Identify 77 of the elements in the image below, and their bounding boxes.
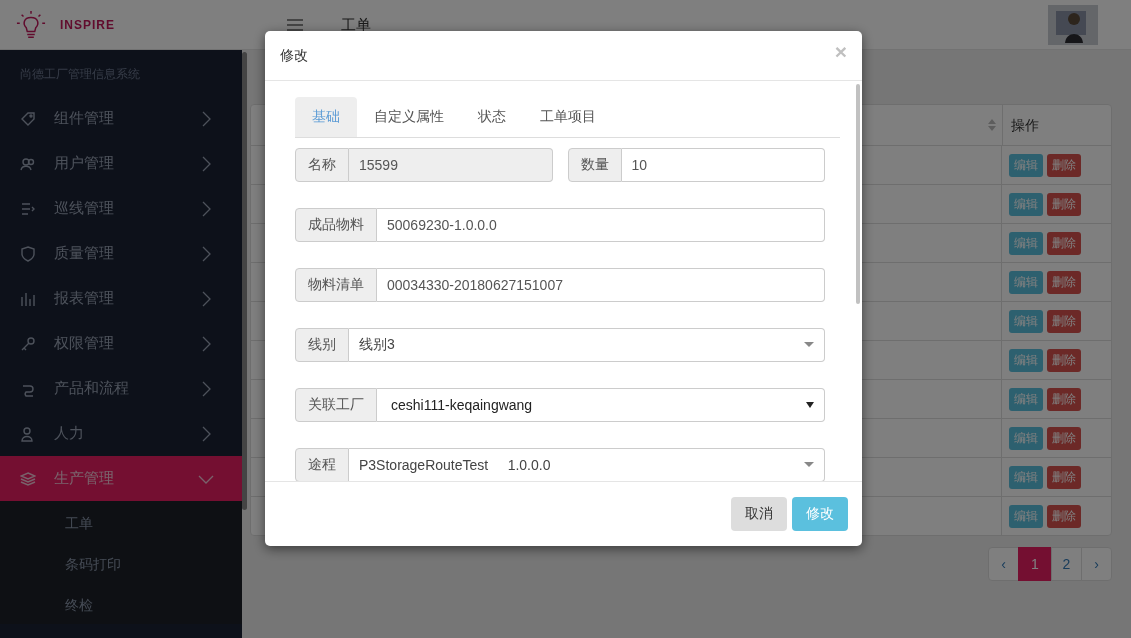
tab[interactable]: 自定义属性 xyxy=(357,97,461,137)
field-label: 途程 xyxy=(295,448,349,481)
tag-icon xyxy=(20,110,36,127)
close-button[interactable]: × xyxy=(834,41,847,62)
next-page-button[interactable]: › xyxy=(1081,547,1112,581)
cancel-button[interactable]: 取消 xyxy=(731,497,787,531)
field-label: 名称 xyxy=(295,148,349,182)
avatar-icon[interactable] xyxy=(1048,4,1098,45)
list-icon xyxy=(20,200,36,217)
edit-button[interactable]: 编辑 xyxy=(1009,465,1043,489)
sidebar-subitem[interactable]: 工单 xyxy=(0,501,242,542)
delete-button[interactable]: 删除 xyxy=(1047,192,1081,216)
people-icon xyxy=(20,155,36,172)
select-field[interactable]: ceshi111-keqaingwang xyxy=(377,388,825,422)
edit-button[interactable]: 编辑 xyxy=(1009,426,1043,450)
field-label: 成品物料 xyxy=(295,208,377,242)
delete-button[interactable]: 删除 xyxy=(1047,387,1081,411)
sidebar-item[interactable]: 人力 xyxy=(0,411,242,456)
sidebar-item[interactable]: 生产管理 xyxy=(0,456,242,501)
scrollbar[interactable] xyxy=(242,52,247,510)
caret-icon xyxy=(804,342,814,348)
sidebar-item[interactable]: 组件管理 xyxy=(0,96,242,141)
tab[interactable]: 状态 xyxy=(461,97,523,137)
bar-chart-icon xyxy=(20,290,36,307)
submit-button[interactable]: 修改 xyxy=(792,497,848,531)
delete-button[interactable]: 删除 xyxy=(1047,348,1081,372)
input-field[interactable]: 00034330-20180627151007 xyxy=(377,268,825,302)
sidebar-item[interactable]: 权限管理 xyxy=(0,321,242,366)
edit-button[interactable]: 编辑 xyxy=(1009,153,1043,177)
select-field[interactable]: P3StorageRouteTest 1.0.0.0 xyxy=(349,448,825,481)
shield-icon xyxy=(20,245,36,262)
edit-button[interactable]: 编辑 xyxy=(1009,192,1043,216)
sidebar-item[interactable]: 巡线管理 xyxy=(0,186,242,231)
brand-name: INSPIRE xyxy=(60,17,115,32)
delete-button[interactable]: 删除 xyxy=(1047,504,1081,528)
edit-button[interactable]: 编辑 xyxy=(1009,348,1043,372)
page-button[interactable]: 1 xyxy=(1018,547,1052,581)
field-label: 物料清单 xyxy=(295,268,377,302)
sidebar-item[interactable]: 质量管理 xyxy=(0,231,242,276)
delete-button[interactable]: 删除 xyxy=(1047,270,1081,294)
edit-button[interactable]: 编辑 xyxy=(1009,309,1043,333)
select-field[interactable]: 线别3 xyxy=(349,328,825,362)
delete-button[interactable]: 删除 xyxy=(1047,153,1081,177)
field-label: 数量 xyxy=(567,148,622,182)
lightbulb-icon xyxy=(16,9,46,40)
field-label: 线别 xyxy=(295,328,349,362)
sidebar-item[interactable]: 用户管理 xyxy=(0,141,242,186)
delete-button[interactable]: 删除 xyxy=(1047,231,1081,255)
sidebar-subitem[interactable]: 条码打印 xyxy=(0,542,242,583)
dialog-title: 修改 xyxy=(280,46,308,65)
edit-button[interactable]: 编辑 xyxy=(1009,387,1043,411)
column-header: 操作 xyxy=(1010,116,1040,135)
edit-button[interactable]: 编辑 xyxy=(1009,504,1043,528)
tab[interactable]: 基础 xyxy=(295,97,357,137)
previous-page-button[interactable]: ‹ xyxy=(988,547,1019,581)
page-button[interactable]: 2 xyxy=(1051,547,1082,581)
sidebar-item[interactable]: 报表管理 xyxy=(0,276,242,321)
field-label: 关联工厂 xyxy=(295,388,377,422)
input-field[interactable]: 10 xyxy=(621,148,825,182)
delete-button[interactable]: 删除 xyxy=(1047,309,1081,333)
sidebar-subitem[interactable]: 终检 xyxy=(0,583,242,624)
menu-icon[interactable] xyxy=(287,18,303,31)
page-title: 工单 xyxy=(341,16,371,35)
sort-icon[interactable] xyxy=(988,118,996,132)
person-icon xyxy=(20,425,36,442)
edit-button[interactable]: 编辑 xyxy=(1009,270,1043,294)
sidebar-item[interactable]: 产品和流程 xyxy=(0,366,242,411)
delete-button[interactable]: 删除 xyxy=(1047,426,1081,450)
delete-button[interactable]: 删除 xyxy=(1047,465,1081,489)
caret-icon xyxy=(806,402,814,408)
key-icon xyxy=(20,335,36,352)
layers-icon xyxy=(20,470,36,487)
caret-icon xyxy=(804,462,814,468)
scrollbar[interactable] xyxy=(856,84,860,304)
edit-button[interactable]: 编辑 xyxy=(1009,231,1043,255)
input-field[interactable]: 50069230-1.0.0.0 xyxy=(377,208,825,242)
tab[interactable]: 工单项目 xyxy=(523,97,613,137)
